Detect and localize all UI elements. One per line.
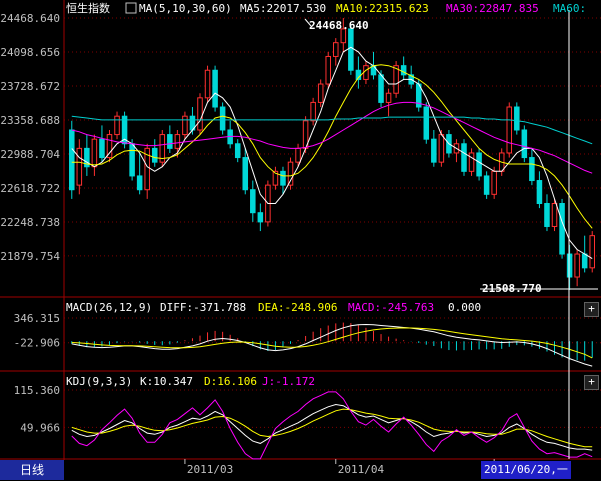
ma30-value: MA30:22847.835 — [446, 2, 539, 15]
macd-diff-value: DIFF:-371.788 — [160, 301, 246, 314]
candle-body — [589, 235, 595, 269]
candle-body — [506, 106, 513, 154]
candle-body — [491, 170, 497, 195]
candle-body — [521, 129, 528, 159]
candle-body — [114, 115, 120, 136]
candle-body — [529, 157, 535, 182]
chart-canvas[interactable]: 24468.640 24098.656 23728.672 23358.688 2298… — [0, 0, 601, 481]
ma60-value: MA60: — [553, 2, 586, 15]
candle-body — [514, 106, 520, 131]
candle-body — [204, 69, 211, 99]
candle-body — [438, 134, 445, 163]
candle-body — [234, 143, 241, 159]
price-tick-label: 22988.704 — [0, 148, 60, 161]
candle-body — [551, 203, 558, 227]
ma10-value: MA10:22315.623 — [336, 2, 429, 15]
candle-body — [280, 170, 286, 186]
macd-panel-expand-button[interactable]: + — [584, 302, 599, 317]
candle-body — [400, 65, 407, 76]
kdj-tick-label: 115.360 — [14, 384, 60, 397]
candle-body — [242, 157, 249, 191]
price-tick-label: 22248.738 — [0, 216, 60, 229]
cursor-date-label: 2011/06/20,一 — [481, 461, 571, 479]
candle-body — [536, 180, 543, 205]
candle-body — [295, 147, 301, 163]
candle-body — [99, 138, 105, 159]
kdj-d-value: D:16.106 — [204, 375, 257, 388]
candle-body — [250, 189, 256, 214]
ma-params: MA(5,10,30,60) — [139, 2, 232, 15]
candle-body — [385, 92, 392, 103]
macd-dea-value: DEA:-248.906 — [258, 301, 337, 314]
candle-body — [574, 253, 580, 278]
candle-body — [76, 147, 83, 186]
macd-tick-label: -22.906 — [14, 337, 60, 350]
candle-body — [317, 83, 324, 103]
period-tab-daily[interactable]: 日线 — [0, 460, 64, 480]
candle-body — [174, 134, 181, 149]
macd-tick-label: 346.315 — [14, 312, 60, 325]
candle-body — [378, 74, 384, 103]
x-tick-label: 2011/04 — [338, 463, 385, 476]
candle-body — [219, 106, 226, 131]
kdj-panel-expand-button[interactable]: + — [584, 375, 599, 390]
candle-body — [393, 65, 399, 94]
candle-body — [559, 203, 565, 255]
candle-body — [136, 175, 143, 191]
candle-body — [91, 138, 98, 168]
candle-body — [212, 69, 218, 108]
high-price-label: 24468.640 — [309, 19, 369, 32]
price-tick-label: 21879.754 — [0, 250, 60, 263]
price-tick-label: 24098.656 — [0, 46, 60, 59]
candle-body — [106, 134, 113, 159]
x-tick-label: 2011/03 — [187, 463, 233, 476]
candle-body — [581, 253, 588, 269]
kdj-j-value: J:-1.172 — [262, 375, 315, 388]
macd-value: MACD:-245.763 — [348, 301, 434, 314]
ma5-value: MA5:22017.530 — [240, 2, 326, 15]
candle-body — [182, 115, 188, 136]
candle-body — [310, 101, 316, 122]
candle-body — [69, 129, 75, 191]
low-price-label: 21508.770 — [482, 282, 542, 295]
candle-body — [151, 147, 158, 163]
candle-body — [325, 55, 331, 85]
price-tick-label: 23358.688 — [0, 114, 60, 127]
macd-zero-value: 0.000 — [448, 301, 481, 314]
candle-body — [468, 152, 475, 172]
candle-body — [167, 134, 173, 149]
candle-body — [287, 161, 294, 186]
index-title: 恒生指数 — [66, 1, 110, 15]
candle-body — [423, 106, 430, 140]
candle-body — [431, 138, 437, 163]
candle-body — [566, 253, 573, 278]
kdj-k-value: K:10.347 — [140, 375, 193, 388]
candle-body — [363, 65, 369, 80]
candle-body — [129, 143, 135, 177]
candle-body — [257, 212, 264, 223]
candle-body — [333, 42, 339, 57]
kdj-tick-label: 49.966 — [20, 421, 60, 434]
candle-body — [197, 97, 203, 131]
candle-body — [544, 203, 550, 227]
price-tick-label: 24468.640 — [0, 12, 60, 25]
price-tick-label: 23728.672 — [0, 80, 60, 93]
candle-body — [476, 152, 482, 177]
macd-params: MACD(26,12,9) — [66, 301, 152, 314]
price-tick-label: 22618.722 — [0, 182, 60, 195]
candle-body — [483, 175, 490, 195]
candle-body — [461, 143, 467, 172]
kdj-params: KDJ(9,3,3) — [66, 375, 132, 388]
candle-body — [348, 28, 354, 71]
